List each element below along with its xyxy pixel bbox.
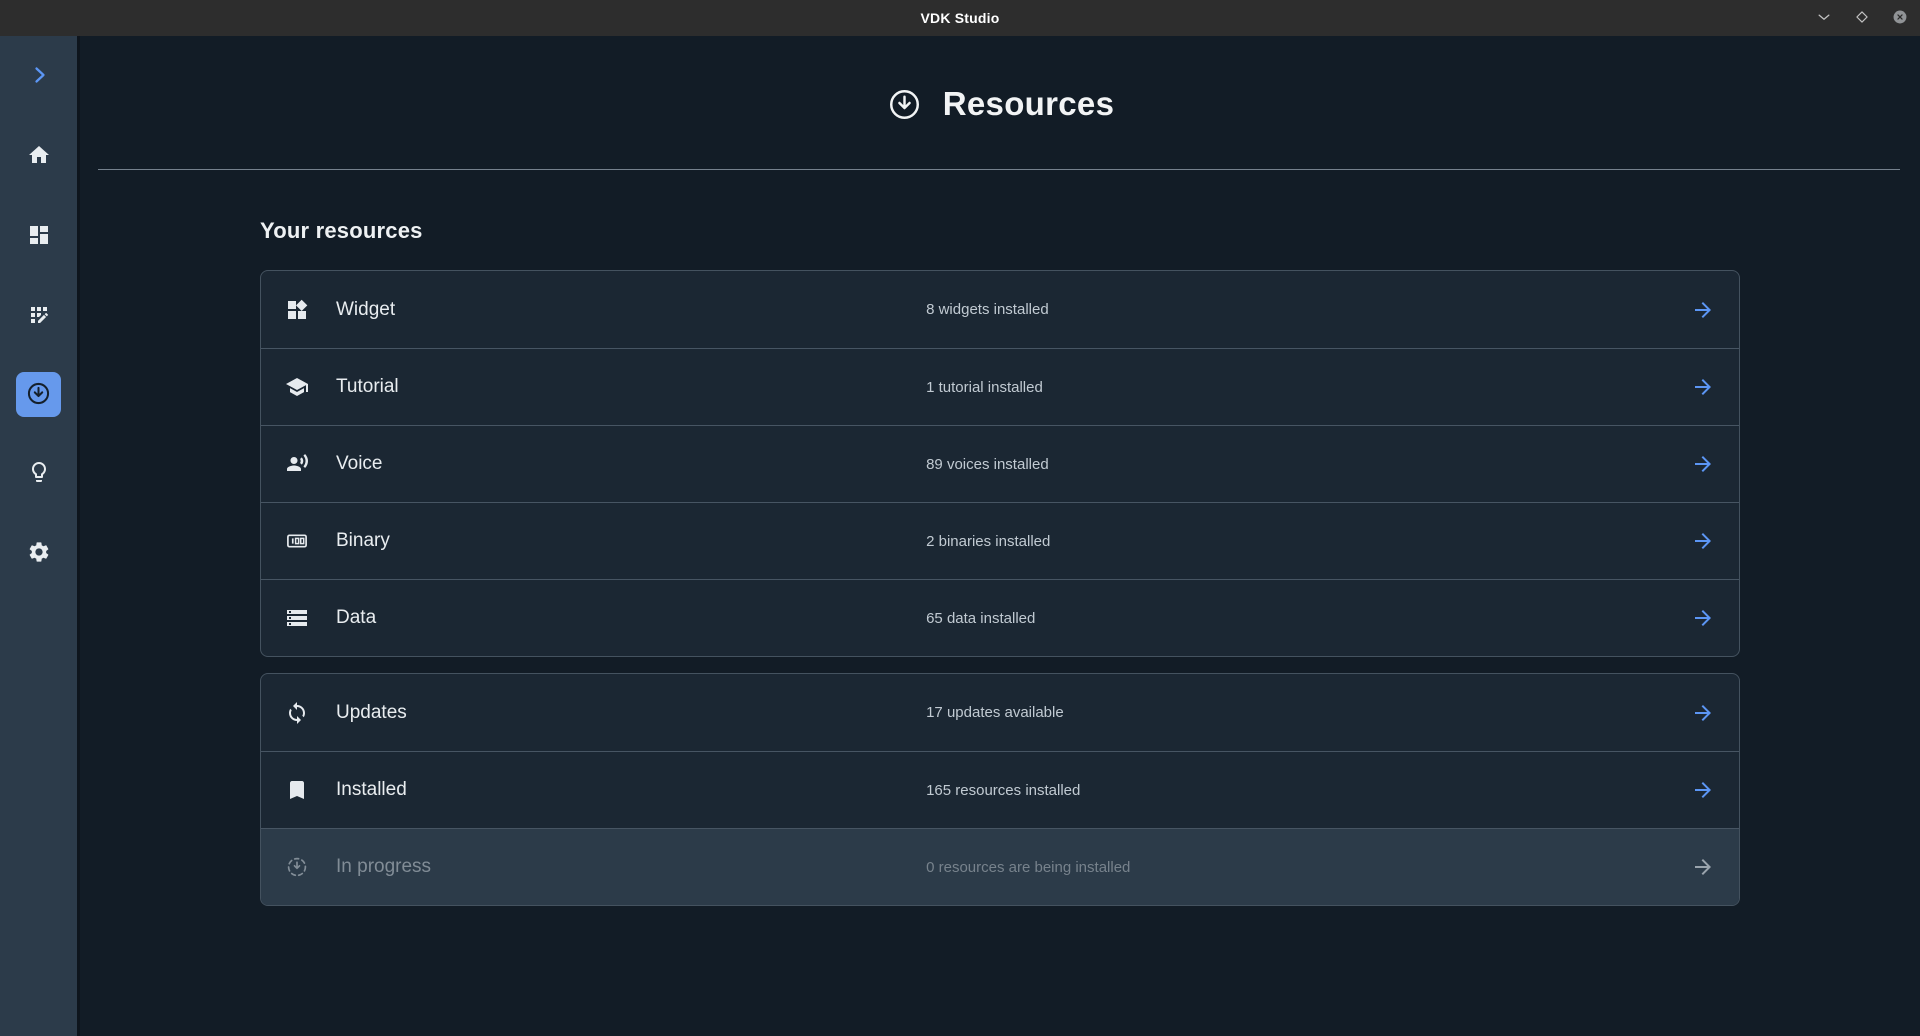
row-count: 0 resources are being installed — [926, 859, 1130, 876]
chevron-down-icon — [1815, 8, 1833, 29]
sidebar-item-ideas[interactable] — [15, 449, 63, 497]
arrow-right-icon — [1691, 606, 1715, 630]
storage-icon — [285, 606, 309, 630]
resource-row-widget[interactable]: Widget 8 widgets installed — [261, 271, 1739, 348]
school-icon — [285, 375, 309, 399]
resource-row-data[interactable]: Data 65 data installed — [261, 579, 1739, 656]
resource-row-in-progress[interactable]: In progress 0 resources are being instal… — [261, 828, 1739, 905]
binary-icon — [285, 529, 309, 553]
arrow-right-icon — [1691, 452, 1715, 476]
lightbulb-icon — [27, 460, 51, 487]
dashboard-icon — [27, 223, 51, 250]
widgets-icon — [285, 298, 309, 322]
row-label: Data — [336, 607, 376, 629]
section-heading: Your resources — [260, 218, 1740, 244]
arrow-right-icon — [1691, 375, 1715, 399]
sidebar — [0, 36, 80, 1036]
titlebar: VDK Studio — [0, 0, 1920, 36]
page-header: Resources — [80, 36, 1920, 132]
resource-row-binary[interactable]: Binary 2 binaries installed — [261, 502, 1739, 579]
row-label: Updates — [336, 702, 407, 724]
row-label: Widget — [336, 299, 395, 321]
sidebar-item-resources[interactable] — [16, 372, 61, 417]
row-label: In progress — [336, 856, 431, 878]
resource-row-voice[interactable]: Voice 89 voices installed — [261, 425, 1739, 502]
arrow-right-icon — [1691, 298, 1715, 322]
window-controls — [1812, 0, 1912, 36]
row-count: 65 data installed — [926, 610, 1035, 627]
row-label: Voice — [336, 453, 382, 475]
sidebar-item-dashboard[interactable] — [15, 212, 63, 260]
sync-icon — [285, 701, 309, 725]
sidebar-expand-button[interactable] — [15, 52, 63, 100]
window-title: VDK Studio — [921, 10, 1000, 26]
home-icon — [27, 143, 51, 170]
resource-row-tutorial[interactable]: Tutorial 1 tutorial installed — [261, 348, 1739, 425]
arrow-right-icon — [1691, 778, 1715, 802]
row-label: Tutorial — [336, 376, 399, 398]
chevron-right-icon — [27, 63, 51, 90]
arrow-right-icon — [1691, 529, 1715, 553]
sidebar-item-settings[interactable] — [15, 529, 63, 577]
row-count: 2 binaries installed — [926, 533, 1050, 550]
diamond-icon — [1853, 8, 1871, 29]
download-circle-icon — [886, 86, 923, 123]
row-count: 17 updates available — [926, 704, 1064, 721]
maximize-button[interactable] — [1850, 6, 1874, 30]
resource-row-updates[interactable]: Updates 17 updates available — [261, 674, 1739, 751]
page-title: Resources — [943, 85, 1114, 123]
app-registration-icon — [27, 303, 51, 330]
row-count: 1 tutorial installed — [926, 379, 1043, 396]
voice-icon — [285, 452, 309, 476]
row-count: 89 voices installed — [926, 456, 1049, 473]
downloading-icon — [285, 855, 309, 879]
gear-icon — [27, 540, 51, 567]
close-button[interactable] — [1888, 6, 1912, 30]
row-label: Binary — [336, 530, 390, 552]
arrow-right-icon — [1691, 701, 1715, 725]
window-shade-button[interactable] — [1812, 6, 1836, 30]
sidebar-item-home[interactable] — [15, 132, 63, 180]
sidebar-item-editor[interactable] — [15, 292, 63, 340]
row-count: 8 widgets installed — [926, 301, 1049, 318]
download-circle-icon — [25, 380, 52, 410]
bookmark-icon — [285, 778, 309, 802]
arrow-right-icon — [1691, 855, 1715, 879]
main-content: Resources Your resources Widget 8 widget… — [80, 36, 1920, 1036]
resource-row-installed[interactable]: Installed 165 resources installed — [261, 751, 1739, 828]
resource-status-list: Updates 17 updates available Installed 1… — [260, 673, 1740, 906]
resource-type-list: Widget 8 widgets installed Tutorial 1 tu… — [260, 270, 1740, 657]
header-divider — [98, 169, 1900, 170]
app-window: VDK Studio — [0, 0, 1920, 1036]
row-label: Installed — [336, 779, 407, 801]
row-count: 165 resources installed — [926, 782, 1080, 799]
close-icon — [1891, 8, 1909, 29]
